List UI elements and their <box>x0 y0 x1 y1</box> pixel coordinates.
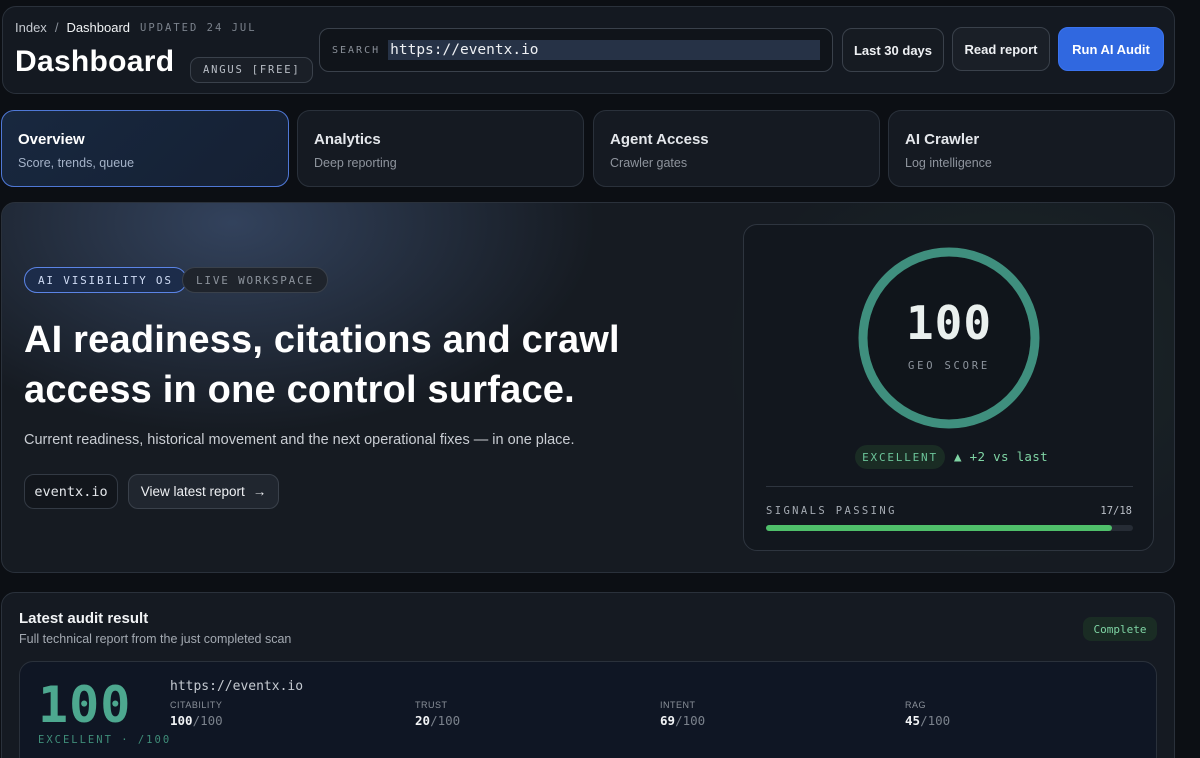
audit-title: Latest audit result <box>19 610 149 627</box>
tab-agent-access-label: Agent Access <box>610 131 709 148</box>
breadcrumb-separator: / <box>54 20 59 35</box>
tab-ai-crawler-sub: Log intelligence <box>905 156 992 170</box>
view-latest-report-button[interactable]: View latest report → <box>128 474 279 509</box>
view-latest-report-label: View latest report <box>140 484 245 499</box>
live-workspace-pill: LIVE WORKSPACE <box>182 267 328 293</box>
tab-ai-crawler[interactable]: AI Crawler Log intelligence <box>888 110 1175 187</box>
hero-panel: AI VISIBILITY OS LIVE WORKSPACE AI readi… <box>1 202 1175 573</box>
tab-overview[interactable]: Overview Score, trends, queue <box>1 110 289 187</box>
arrow-right-icon: → <box>252 484 267 499</box>
audit-score-label: EXCELLENT · /100 <box>38 734 172 746</box>
latest-audit-panel: Latest audit result Full technical repor… <box>1 592 1175 758</box>
run-ai-audit-button[interactable]: Run AI Audit <box>1058 27 1164 71</box>
audit-subtitle: Full technical report from the just comp… <box>19 632 292 646</box>
tab-analytics[interactable]: Analytics Deep reporting <box>297 110 584 187</box>
score-ring: 100 GEO SCORE <box>853 242 1045 434</box>
panel-divider <box>766 486 1133 487</box>
breadcrumb: Index / Dashboard UPDATED 24 JUL <box>15 20 257 35</box>
top-header: Index / Dashboard UPDATED 24 JUL Dashboa… <box>2 6 1175 94</box>
tab-overview-label: Overview <box>18 131 85 148</box>
metric-citability: CITABILITY 100/100 <box>170 700 223 728</box>
tab-overview-sub: Score, trends, queue <box>18 156 135 170</box>
metric-rag: RAG 45/100 <box>905 700 950 728</box>
geo-score-label: GEO SCORE <box>907 360 991 372</box>
tab-analytics-label: Analytics <box>314 131 381 148</box>
tab-analytics-sub: Deep reporting <box>314 156 397 170</box>
plan-badge: ANGUS [FREE] <box>190 57 314 83</box>
hero-headline-line1: AI readiness, citations and crawl <box>24 319 620 361</box>
metric-value: 69/100 <box>660 713 706 728</box>
metric-label: CITABILITY <box>170 700 223 710</box>
breadcrumb-current: Dashboard <box>66 20 131 35</box>
hero-subtitle: Current readiness, historical movement a… <box>24 432 575 448</box>
tab-agent-access-sub: Crawler gates <box>610 156 688 170</box>
signals-label: SIGNALS PASSING <box>766 505 897 517</box>
read-report-button[interactable]: Read report <box>952 27 1050 71</box>
metric-value: 100/100 <box>170 713 223 728</box>
hero-headline: AI readiness, citations and crawl access… <box>24 315 724 415</box>
tab-ai-crawler-label: AI Crawler <box>905 131 980 148</box>
audit-score: 100 <box>38 676 132 734</box>
page-title: Dashboard <box>15 45 175 78</box>
score-delta: ▲ +2 vs last <box>954 449 1048 464</box>
audit-url: https://eventx.io <box>170 679 304 694</box>
updated-stamp: UPDATED 24 JUL <box>140 21 257 34</box>
tab-agent-access[interactable]: Agent Access Crawler gates <box>593 110 880 187</box>
search-box[interactable]: SEARCH <box>319 28 833 72</box>
domain-chip[interactable]: eventx.io <box>24 474 118 509</box>
metric-label: TRUST <box>415 700 448 710</box>
signals-progress-fill <box>766 525 1113 531</box>
geo-score-value: 100 <box>905 296 993 350</box>
search-label: SEARCH <box>332 44 381 56</box>
metric-intent: INTENT 69/100 <box>660 700 705 728</box>
date-range-button[interactable]: Last 30 days <box>842 28 944 72</box>
metric-value: 45/100 <box>905 713 951 728</box>
metric-label: RAG <box>905 700 927 710</box>
breadcrumb-index[interactable]: Index <box>15 20 47 35</box>
search-input[interactable] <box>388 40 820 60</box>
ai-visibility-pill: AI VISIBILITY OS <box>24 267 187 293</box>
geo-score-panel: 100 GEO SCORE EXCELLENT ▲ +2 vs last SIG… <box>743 224 1154 551</box>
hero-headline-line2: access in one control surface. <box>24 369 575 411</box>
rating-badge: EXCELLENT <box>855 445 945 469</box>
metric-label: INTENT <box>660 700 696 710</box>
metric-value: 20/100 <box>415 713 461 728</box>
signals-progress-track <box>766 525 1133 531</box>
metric-trust: TRUST 20/100 <box>415 700 460 728</box>
signals-value: 17/18 <box>1100 505 1132 517</box>
audit-result-card[interactable]: 100 EXCELLENT · /100 https://eventx.io C… <box>19 661 1157 758</box>
status-badge: Complete <box>1083 617 1157 641</box>
